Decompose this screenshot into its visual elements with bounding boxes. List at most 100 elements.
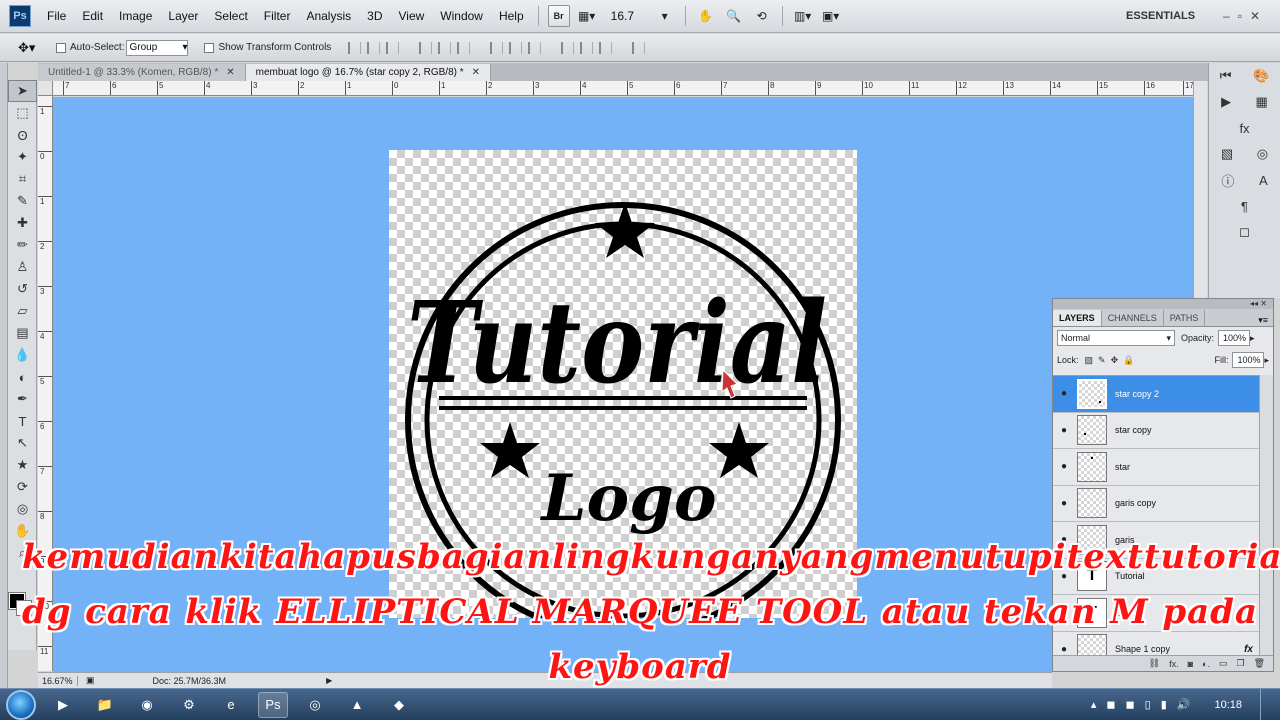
panel-menu-icon[interactable]: ▾≡ xyxy=(1258,315,1273,326)
distribute-bottom-icon[interactable] xyxy=(528,41,542,54)
paragraph-icon[interactable]: ¶ xyxy=(1241,199,1248,214)
color-icon[interactable]: 🎨 xyxy=(1253,68,1269,84)
eye-icon[interactable]: ● xyxy=(1053,388,1075,399)
media-player-icon[interactable]: ▶ xyxy=(48,692,78,718)
layer-effects-icon[interactable]: fx xyxy=(1244,644,1253,655)
lock-position-icon[interactable]: ✥ xyxy=(1111,355,1119,366)
eraser-icon[interactable]: ▱ xyxy=(8,300,37,322)
fill-field[interactable]: 100% xyxy=(1232,352,1265,368)
chrome-window-icon[interactable]: ◎ xyxy=(300,692,330,718)
actions-icon[interactable]: ▶ xyxy=(1221,94,1231,110)
checkbox-box[interactable] xyxy=(204,42,215,53)
fill-slider-icon[interactable]: ▸ xyxy=(1264,355,1269,366)
styles-icon[interactable]: fx xyxy=(1239,121,1249,136)
opacity-slider-icon[interactable]: ▸ xyxy=(1250,333,1255,344)
layer-row[interactable]: ● Shape 1 copy fx xyxy=(1053,631,1259,655)
3d-rotate-icon[interactable]: ⟳ xyxy=(8,476,37,498)
view-extras-button[interactable]: ▦▾ xyxy=(576,5,598,27)
hand-tool-icon[interactable]: ✋ xyxy=(8,520,37,542)
eyedropper-icon[interactable]: ✎ xyxy=(8,190,37,212)
layer-row[interactable]: ● garis copy xyxy=(1053,485,1259,522)
path-selection-icon[interactable]: ↖ xyxy=(8,432,37,454)
distribute-top-icon[interactable] xyxy=(490,41,504,54)
align-bottom-icon[interactable] xyxy=(386,41,400,54)
auto-select-checkbox[interactable]: Auto-Select: xyxy=(56,42,124,53)
align-hcenter-icon[interactable] xyxy=(438,41,452,54)
start-button[interactable] xyxy=(6,689,36,720)
layer-row[interactable]: ● star copy 2 xyxy=(1053,376,1259,413)
layer-row[interactable]: ● star xyxy=(1053,449,1259,486)
app-icon[interactable]: ◆ xyxy=(384,692,414,718)
distribute-left-icon[interactable] xyxy=(561,41,575,54)
menu-window[interactable]: Window xyxy=(432,0,491,33)
ruler-origin[interactable] xyxy=(38,81,53,96)
menu-3d[interactable]: 3D xyxy=(359,0,390,33)
tools-icon[interactable]: ⚙ xyxy=(174,692,204,718)
masks-icon[interactable]: ◎ xyxy=(1257,146,1268,162)
close-icon[interactable]: ✕ xyxy=(226,67,234,78)
distribute-hcenter-icon[interactable] xyxy=(580,41,594,54)
eye-icon[interactable]: ● xyxy=(1053,534,1075,545)
clone-stamp-icon[interactable]: ♙ xyxy=(8,256,37,278)
taskbar-clock[interactable]: 10:18 xyxy=(1214,699,1242,711)
link-layers-icon[interactable]: ⛓ xyxy=(1149,658,1160,669)
layer-row[interactable]: ● T Logo xyxy=(1053,595,1259,632)
align-vcenter-icon[interactable] xyxy=(367,41,381,54)
opacity-field[interactable]: 100% xyxy=(1218,330,1251,346)
blend-mode-dropdown[interactable]: Normal ▾ xyxy=(1057,330,1175,346)
arrange-documents-icon[interactable]: ▥▾ xyxy=(792,5,814,27)
magic-wand-icon[interactable]: ✦ xyxy=(8,146,37,168)
distribute-right-icon[interactable] xyxy=(599,41,613,54)
eye-icon[interactable]: ● xyxy=(1053,461,1075,472)
tray-app-icon[interactable]: ◼ xyxy=(1106,698,1115,711)
character-icon[interactable]: A xyxy=(1259,173,1268,188)
lock-all-icon[interactable]: 🔒 xyxy=(1123,355,1134,366)
bridge-button[interactable]: Br xyxy=(547,5,570,27)
document-canvas[interactable]: Tutorial Logo xyxy=(389,150,857,618)
adjustments-icon[interactable]: ▦ xyxy=(1256,94,1268,110)
rotate-view-icon[interactable]: ⟲ xyxy=(751,5,773,27)
delete-layer-icon[interactable]: 🗑 xyxy=(1254,658,1265,669)
zoom-percentage[interactable]: 16.67% xyxy=(38,675,78,686)
menu-file[interactable]: File xyxy=(39,0,74,33)
preview-icon[interactable]: ▣ xyxy=(86,675,95,686)
workspace-switcher[interactable]: ESSENTIALS xyxy=(1126,0,1195,33)
tray-app-icon[interactable]: ◼ xyxy=(1126,698,1135,711)
chrome-icon[interactable]: ◉ xyxy=(132,692,162,718)
lock-pixels-icon[interactable]: ✎ xyxy=(1098,355,1106,366)
eye-icon[interactable]: ● xyxy=(1053,607,1075,618)
adjustment-layer-icon[interactable]: ◐. xyxy=(1202,659,1210,669)
volume-icon[interactable]: 🔊 xyxy=(1177,698,1191,711)
network-icon[interactable]: ▮ xyxy=(1161,698,1167,711)
eye-icon[interactable]: ● xyxy=(1053,644,1075,655)
history-brush-icon[interactable]: ↺ xyxy=(8,278,37,300)
move-tool-icon[interactable]: ➤ xyxy=(8,80,37,102)
pen-tool-icon[interactable]: ✒ xyxy=(8,388,37,410)
auto-align-icon[interactable] xyxy=(632,41,646,54)
marquee-tool-icon[interactable]: ⬚ xyxy=(8,102,37,124)
info-icon[interactable]: ⓘ xyxy=(1221,171,1234,190)
distribute-vcenter-icon[interactable] xyxy=(509,41,523,54)
layer-row[interactable]: ● T Tutorial xyxy=(1053,558,1259,595)
tab-channels[interactable]: CHANNELS xyxy=(1102,310,1164,326)
eye-icon[interactable]: ● xyxy=(1053,571,1075,582)
hand-tool-icon[interactable]: ✋ xyxy=(695,5,717,27)
tab-layers[interactable]: LAYERS xyxy=(1053,310,1102,326)
align-left-icon[interactable] xyxy=(419,41,433,54)
3d-panel-icon[interactable]: ◻ xyxy=(1239,224,1250,240)
tab-paths[interactable]: PATHS xyxy=(1164,310,1206,326)
brush-tool-icon[interactable]: ✏ xyxy=(8,234,37,256)
menu-image[interactable]: Image xyxy=(111,0,160,33)
healing-brush-icon[interactable]: ✚ xyxy=(8,212,37,234)
menu-select[interactable]: Select xyxy=(206,0,255,33)
add-mask-icon[interactable]: ◙ xyxy=(1188,659,1193,669)
menu-help[interactable]: Help xyxy=(491,0,532,33)
zoom-tool-icon[interactable]: 🔍 xyxy=(723,5,745,27)
horizontal-ruler[interactable]: 7 6 5 4 3 2 1 0 1 2 3 4 5 6 7 8 9 10 11 … xyxy=(53,81,1193,96)
internet-explorer-icon[interactable]: e xyxy=(216,692,246,718)
document-tab[interactable]: Untitled-1 @ 33.3% (Komen, RGB/8) * ✕ xyxy=(38,64,246,81)
vlc-icon[interactable]: ▲ xyxy=(342,692,372,718)
zoom-dropdown-icon[interactable]: ▾ xyxy=(654,5,676,27)
layers-scrollbar[interactable] xyxy=(1259,375,1273,655)
battery-icon[interactable]: ▯ xyxy=(1145,698,1151,711)
